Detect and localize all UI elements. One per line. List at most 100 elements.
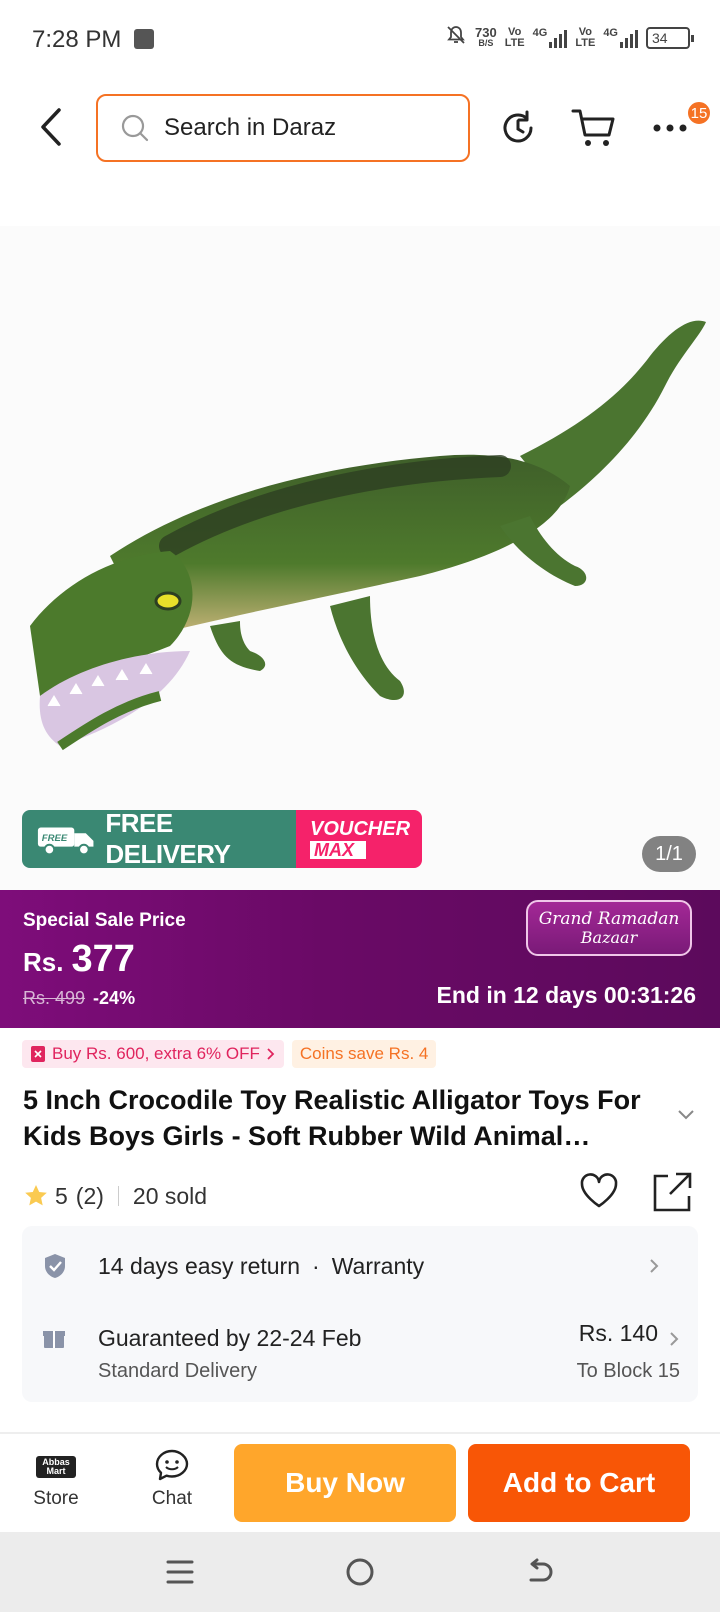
status-indicators: 730 B/S Vo LTE 4G Vo LTE 4G 34 (445, 24, 694, 52)
shield-check-icon (45, 1254, 65, 1278)
menu-lines-icon (166, 1560, 194, 1584)
crocodile-image (30, 320, 706, 751)
sim2-signal: 4G (603, 28, 638, 48)
free-tag-text: FREE (42, 833, 68, 844)
delivery-type: Standard Delivery (98, 1360, 257, 1382)
sim2-volte: Vo LTE (575, 27, 595, 49)
price-currency: Rs. (23, 947, 64, 977)
sim1-volte: Vo LTE (505, 27, 525, 49)
campaign-line1: Grand Ramadan (538, 909, 680, 929)
back-return-icon (529, 1558, 553, 1582)
back-button[interactable] (30, 102, 70, 152)
gift-box-icon (43, 1331, 65, 1348)
delivery-price: Rs. 140 (578, 1320, 658, 1346)
home-button[interactable] (338, 1552, 382, 1592)
chat-icon (155, 1449, 189, 1481)
top-header: Search in Daraz (0, 80, 720, 190)
voucher-max-tag: VOUCHER MAX (296, 810, 422, 868)
separator-dot: · (312, 1252, 320, 1279)
search-icon (121, 114, 149, 142)
price-amount: 377 (71, 938, 135, 980)
campaign-line2: Bazaar (580, 928, 638, 947)
chevron-right-icon (650, 1259, 659, 1273)
sim1-net: 4G (532, 27, 548, 39)
voucher-ticket-icon (31, 1046, 45, 1062)
back-arrow-icon (41, 108, 61, 146)
cart-button[interactable] (570, 104, 618, 152)
product-title-block[interactable]: 5 Inch Crocodile Toy Realistic Alligator… (23, 1082, 673, 1154)
cart-icon (571, 109, 615, 146)
rating-row[interactable]: 5 (2) 20 sold (23, 1176, 207, 1216)
product-image[interactable] (0, 226, 720, 890)
sale-price: Rs. 377 (23, 938, 135, 981)
status-time: 7:28 PM (32, 26, 122, 53)
status-bar: 7:28 PM 730 B/S Vo LTE 4G Vo LTE 4G 34 (0, 0, 720, 80)
add-to-cart-button[interactable]: Add to Cart (468, 1444, 690, 1522)
expand-chevron-icon[interactable] (676, 1108, 696, 1122)
signal-icon (549, 28, 568, 48)
back-nav-button[interactable] (518, 1552, 562, 1592)
net-speed: 730 B/S (474, 25, 497, 49)
sim2-net: 4G (603, 27, 618, 39)
coins-chip[interactable]: Coins save Rs. 4 (291, 1040, 437, 1068)
service-card: 14 days easy return · Warranty Guarantee… (22, 1226, 698, 1402)
promo-chips: Buy Rs. 600, extra 6% OFF Coins save Rs.… (22, 1040, 437, 1068)
system-nav-bar (0, 1532, 720, 1612)
image-counter: 1/1 (642, 836, 696, 872)
return-warranty-row[interactable]: 14 days easy return · Warranty (42, 1246, 678, 1286)
mute-bell-icon (445, 24, 467, 52)
store-logo-icon: Abbas Mart (36, 1456, 76, 1478)
chevron-right-icon (670, 1332, 679, 1346)
free-delivery-tag: FREE FREE DELIVERY (22, 810, 296, 868)
discount-percent: -24% (93, 988, 136, 1008)
signal-icon (620, 28, 638, 48)
coins-text: Coins save Rs. 4 (299, 1044, 429, 1063)
sim2-bottom: LTE (575, 37, 596, 49)
history-button[interactable] (494, 104, 542, 152)
voucher-line2: MAX (310, 841, 366, 859)
review-count: (2) (75, 1182, 104, 1209)
history-refresh-icon (503, 110, 533, 143)
delivery-destination: To Block 15 (576, 1360, 680, 1382)
store-button[interactable]: Abbas Mart Store (16, 1448, 96, 1510)
store-label: Store (33, 1488, 79, 1509)
wishlist-heart-icon[interactable] (578, 1172, 620, 1210)
recent-apps-button[interactable] (158, 1552, 202, 1592)
buy-now-button[interactable]: Buy Now (234, 1444, 456, 1522)
chevron-right-icon (267, 1048, 275, 1060)
buy-more-text: Buy Rs. 600, extra 6% OFF (52, 1044, 260, 1063)
special-sale-bar: Special Sale Price Rs. 377 Rs. 499 -24% Gr… (0, 890, 720, 1028)
bottom-action-bar: Abbas Mart Store Chat Buy Now Add to Car… (0, 1434, 720, 1532)
chat-button[interactable]: Chat (132, 1448, 212, 1510)
divider (117, 1186, 119, 1206)
home-circle-icon (346, 1558, 374, 1586)
star-icon (25, 1185, 47, 1206)
search-input[interactable]: Search in Daraz (96, 94, 470, 162)
delivery-guarantee: Guaranteed by 22-24 Feb (98, 1324, 362, 1351)
search-placeholder: Search in Daraz (164, 114, 337, 141)
rating-value: 5 (55, 1182, 68, 1209)
share-icon[interactable] (650, 1170, 694, 1214)
return-text: 14 days easy return (98, 1252, 301, 1279)
free-delivery-label: FREE DELIVERY (105, 810, 231, 868)
sim1-signal: 4G (533, 28, 568, 48)
chat-label: Chat (151, 1488, 193, 1509)
battery-icon: 34 (646, 27, 694, 49)
promo-banner[interactable]: FREE FREE DELIVERY VOUCHER MAX (22, 810, 422, 868)
net-speed-value: 730 (474, 25, 497, 40)
sale-countdown: End in 12 days 00:31:26 (436, 982, 696, 1008)
warranty-text: Warranty (331, 1252, 425, 1279)
original-price-row: Rs. 499 -24% (23, 988, 135, 1009)
sim1-bottom: LTE (504, 37, 525, 49)
notification-icon (134, 29, 154, 49)
more-dots-icon (653, 124, 687, 132)
truck-icon: FREE (37, 827, 94, 856)
battery-level: 34 (652, 30, 668, 46)
voucher-line1: VOUCHER (310, 818, 411, 840)
original-price: Rs. 499 (23, 988, 86, 1008)
sale-label: Special Sale Price (23, 910, 186, 931)
buy-more-chip[interactable]: Buy Rs. 600, extra 6% OFF (22, 1040, 284, 1068)
more-badge: 15 (686, 100, 712, 126)
grand-ramadan-bazaar-logo: Grand Ramadan Bazaar (526, 900, 692, 956)
sold-count: 20 sold (132, 1182, 208, 1209)
